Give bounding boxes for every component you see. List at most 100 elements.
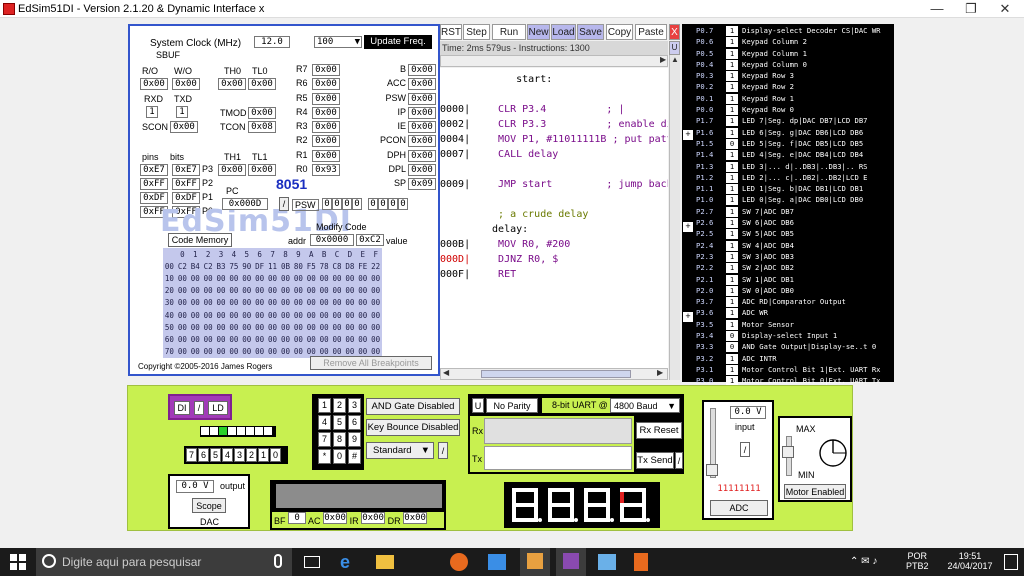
switch-7[interactable]: 7 bbox=[186, 448, 197, 462]
memory-cell[interactable]: 00 bbox=[356, 272, 369, 284]
pin-value[interactable]: 1 bbox=[726, 93, 738, 104]
memory-cell[interactable]: 00 bbox=[369, 321, 382, 333]
pin-value[interactable]: 1 bbox=[726, 285, 738, 296]
pin-value[interactable]: 1 bbox=[726, 263, 738, 274]
pin-value[interactable]: 1 bbox=[726, 206, 738, 217]
memory-cell[interactable]: B4 bbox=[189, 260, 202, 272]
key-0[interactable]: 0 bbox=[333, 449, 346, 464]
copy-button[interactable]: Copy bbox=[606, 24, 633, 40]
memory-cell[interactable]: 00 bbox=[227, 346, 240, 358]
memory-cell[interactable]: 00 bbox=[343, 309, 356, 321]
memory-cell[interactable]: 00 bbox=[176, 285, 189, 297]
task-view-icon[interactable] bbox=[304, 556, 320, 568]
edge-icon[interactable]: e bbox=[340, 552, 350, 573]
tl1-field[interactable]: 0x00 bbox=[248, 164, 276, 176]
pin-value[interactable]: 1 bbox=[726, 105, 738, 116]
memory-cell[interactable]: 00 bbox=[356, 321, 369, 333]
key-4[interactable]: 4 bbox=[318, 415, 331, 430]
memory-cell[interactable]: 00 bbox=[305, 321, 318, 333]
th1-field[interactable]: 0x00 bbox=[218, 164, 246, 176]
sfr-value[interactable]: 0x00 bbox=[408, 164, 436, 177]
sbuf-wo-field[interactable]: 0x00 bbox=[172, 78, 200, 90]
memory-cell[interactable]: 00 bbox=[227, 309, 240, 321]
memory-cell[interactable]: 00 bbox=[279, 309, 292, 321]
memory-cell[interactable]: 00 bbox=[318, 285, 331, 297]
pin-value[interactable]: 1 bbox=[726, 308, 738, 319]
save-button[interactable]: Save bbox=[577, 24, 604, 40]
memory-cell[interactable]: 00 bbox=[189, 272, 202, 284]
u-button[interactable]: U bbox=[669, 41, 680, 55]
port-bits[interactable]: 0xDF bbox=[172, 192, 200, 204]
memory-cell[interactable]: 00 bbox=[369, 309, 382, 321]
port-pins[interactable]: 0xFF bbox=[140, 178, 168, 190]
key-hash[interactable]: # bbox=[348, 449, 361, 464]
memory-cell[interactable]: 78 bbox=[318, 260, 331, 272]
port-pins[interactable]: 0xE7 bbox=[140, 164, 168, 176]
adc-edit-button[interactable]: / bbox=[740, 442, 750, 457]
memory-cell[interactable]: 00 bbox=[318, 309, 331, 321]
memory-cell[interactable]: 00 bbox=[202, 333, 215, 345]
rst-button[interactable]: RST bbox=[440, 24, 462, 40]
memory-cell[interactable]: 00 bbox=[356, 333, 369, 345]
memory-cell[interactable]: 00 bbox=[240, 346, 253, 358]
memory-cell[interactable]: B3 bbox=[215, 260, 228, 272]
memory-cell[interactable]: 00 bbox=[279, 272, 292, 284]
key-bounce-button[interactable]: Key Bounce Disabled bbox=[366, 419, 460, 436]
psw-bit[interactable]: 0 bbox=[378, 198, 388, 210]
pin-value[interactable]: 1 bbox=[726, 172, 738, 183]
psw-bit[interactable]: 0 bbox=[388, 198, 398, 210]
memory-cell[interactable]: C2 bbox=[202, 260, 215, 272]
tx-field[interactable] bbox=[484, 446, 632, 470]
tx-send-button[interactable]: Tx Send bbox=[636, 452, 674, 469]
memory-cell[interactable]: 00 bbox=[343, 285, 356, 297]
pin-value[interactable]: 1 bbox=[726, 218, 738, 229]
memory-cell[interactable]: 00 bbox=[331, 309, 344, 321]
pin-value[interactable]: 1 bbox=[726, 319, 738, 330]
memory-cell[interactable]: 00 bbox=[331, 285, 344, 297]
pin-value[interactable]: 1 bbox=[726, 240, 738, 251]
memory-cell[interactable]: 00 bbox=[266, 297, 279, 309]
memory-cell[interactable]: 00 bbox=[189, 297, 202, 309]
memory-cell[interactable]: 00 bbox=[305, 333, 318, 345]
memory-cell[interactable]: 00 bbox=[215, 285, 228, 297]
document-icon[interactable] bbox=[634, 553, 648, 571]
di-button[interactable]: DI bbox=[174, 401, 190, 415]
memory-cell[interactable]: 00 bbox=[305, 272, 318, 284]
sfr-value[interactable]: 0x00 bbox=[408, 106, 436, 119]
h-scrollbar-bottom[interactable]: ◀ ▶ bbox=[440, 368, 668, 380]
memory-cell[interactable]: 00 bbox=[318, 321, 331, 333]
r-register-value[interactable]: 0x00 bbox=[312, 92, 340, 105]
memory-cell[interactable]: 00 bbox=[176, 272, 189, 284]
memory-cell[interactable]: 00 bbox=[369, 297, 382, 309]
memory-cell[interactable]: 00 bbox=[253, 333, 266, 345]
memory-cell[interactable]: 00 bbox=[305, 285, 318, 297]
memory-cell[interactable]: 00 bbox=[369, 272, 382, 284]
windows-start-icon[interactable] bbox=[10, 554, 26, 570]
memory-cell[interactable]: 00 bbox=[189, 346, 202, 358]
pin-value[interactable]: 1 bbox=[726, 229, 738, 240]
switch-0[interactable]: 0 bbox=[270, 448, 281, 462]
psw-bit[interactable]: 0 bbox=[352, 198, 362, 210]
memory-cell[interactable]: 00 bbox=[202, 321, 215, 333]
code-value-field[interactable]: 0xC2 bbox=[356, 234, 384, 246]
sysclock-input[interactable]: 12.0 bbox=[254, 36, 290, 48]
switch-5[interactable]: 5 bbox=[210, 448, 221, 462]
addr-field[interactable]: 0x0000 bbox=[310, 234, 354, 246]
switch-3[interactable]: 3 bbox=[234, 448, 245, 462]
switch-6[interactable]: 6 bbox=[198, 448, 209, 462]
memory-cell[interactable]: 00 bbox=[253, 321, 266, 333]
memory-cell[interactable]: 00 bbox=[215, 333, 228, 345]
code-line[interactable]: delay: bbox=[440, 222, 668, 237]
memory-cell[interactable]: 75 bbox=[227, 260, 240, 272]
pin-value[interactable]: 1 bbox=[726, 353, 738, 364]
expand-p3-button[interactable]: + bbox=[683, 312, 693, 322]
java-app-icon[interactable] bbox=[520, 548, 550, 576]
psw-bit[interactable]: 0 bbox=[368, 198, 378, 210]
memory-cell[interactable]: 00 bbox=[292, 346, 305, 358]
memory-cell[interactable]: 22 bbox=[369, 260, 382, 272]
pin-value[interactable]: 1 bbox=[726, 161, 738, 172]
memory-cell[interactable]: 00 bbox=[279, 297, 292, 309]
memory-cell[interactable]: 00 bbox=[202, 297, 215, 309]
memory-cell[interactable]: DF bbox=[253, 260, 266, 272]
memory-cell[interactable]: 00 bbox=[279, 285, 292, 297]
